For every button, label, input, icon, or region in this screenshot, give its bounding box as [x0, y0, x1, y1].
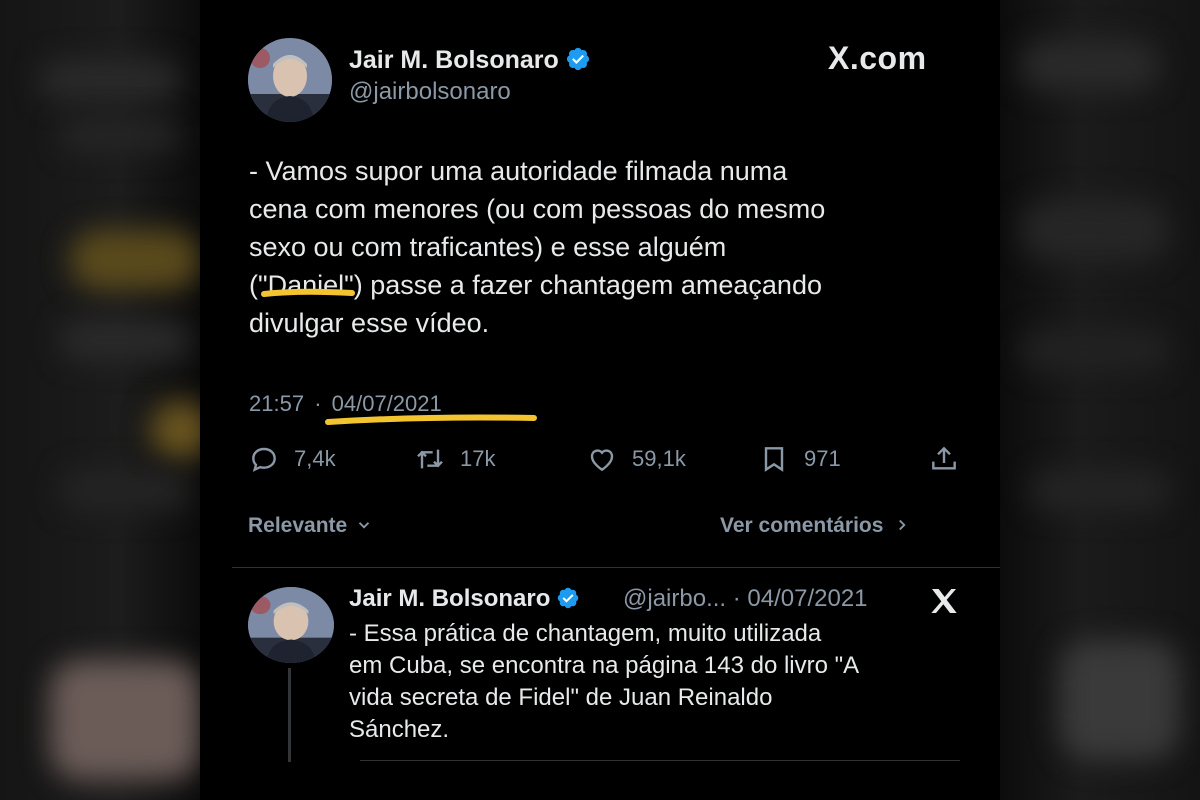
reply-author-avatar[interactable]	[248, 587, 334, 663]
reply-author-name[interactable]: Jair M. Bolsonaro	[349, 585, 550, 612]
reply-author-name-row[interactable]: Jair M. Bolsonaro	[349, 585, 580, 613]
reply-handle-date[interactable]: @jairbo... · 04/07/2021	[623, 585, 868, 613]
right-blurred-background	[1000, 0, 1200, 800]
reply-line: - Essa prática de chantagem, muito utili…	[349, 620, 822, 647]
relevance-label: Relevante	[248, 514, 348, 537]
action-bar: 7,4k 17k 59,1k 971	[248, 443, 968, 479]
reply-line: em Cuba, se encontra na página 143 do li…	[349, 652, 860, 679]
like-icon	[590, 449, 614, 472]
reply-line: Sánchez.	[349, 716, 450, 743]
repost-count: 17k	[460, 446, 496, 471]
bookmark-icon	[764, 447, 784, 472]
tweet-line: cena com menores (ou com pessoas do mesm…	[249, 194, 826, 224]
x-logo-icon[interactable]	[928, 585, 960, 617]
view-comments-label: Ver comentários	[720, 514, 884, 537]
bookmark-button[interactable]: 971	[758, 443, 841, 475]
view-comments-link[interactable]: Ver comentários	[720, 514, 911, 538]
author-avatar[interactable]	[248, 38, 332, 122]
chevron-down-icon	[358, 522, 370, 529]
verified-badge-icon	[558, 587, 579, 609]
tweet-line: - Vamos supor uma autoridade filmada num…	[249, 156, 788, 186]
section-divider	[232, 567, 1000, 568]
post-time: 21:57	[249, 391, 305, 416]
chevron-right-icon	[899, 519, 906, 531]
x-logo-label: X.com	[828, 40, 927, 76]
repost-button[interactable]: 17k	[414, 443, 495, 475]
embedded-card-edge	[360, 760, 960, 761]
like-count: 59,1k	[632, 446, 686, 471]
reply-body: - Essa prática de chantagem, muito utili…	[349, 618, 969, 746]
daniel-highlight-underline	[261, 288, 355, 297]
like-button[interactable]: 59,1k	[586, 443, 686, 475]
verified-badge-icon	[566, 47, 589, 71]
tweet-screenshot-panel: Jair M. Bolsonaro @jairbolsonaro X.com -…	[200, 0, 1000, 800]
tweet-body: - Vamos supor uma autoridade filmada num…	[249, 152, 949, 342]
time-separator: ·	[314, 391, 322, 416]
reply-line: vida secreta de Fidel" de Juan Reinaldo	[349, 684, 773, 711]
thread-connector-line	[288, 668, 291, 762]
author-name[interactable]: Jair M. Bolsonaro	[349, 46, 559, 74]
tweet-line: divulgar esse vídeo.	[249, 308, 490, 338]
bookmark-count: 971	[804, 446, 841, 471]
reply-count: 7,4k	[294, 446, 336, 471]
author-name-row[interactable]: Jair M. Bolsonaro	[349, 46, 591, 75]
share-icon	[932, 446, 956, 470]
relevance-sort-dropdown[interactable]: Relevante	[248, 514, 373, 538]
share-button[interactable]	[928, 443, 960, 475]
repost-icon	[417, 449, 443, 469]
tweet-line: sexo ou com traficantes) e esse alguém	[249, 232, 727, 262]
reply-button[interactable]: 7,4k	[248, 443, 336, 475]
author-handle[interactable]: @jairbolsonaro	[349, 78, 511, 106]
date-highlight-underline	[325, 414, 537, 425]
left-blurred-background	[0, 0, 200, 800]
reply-icon	[252, 447, 276, 472]
